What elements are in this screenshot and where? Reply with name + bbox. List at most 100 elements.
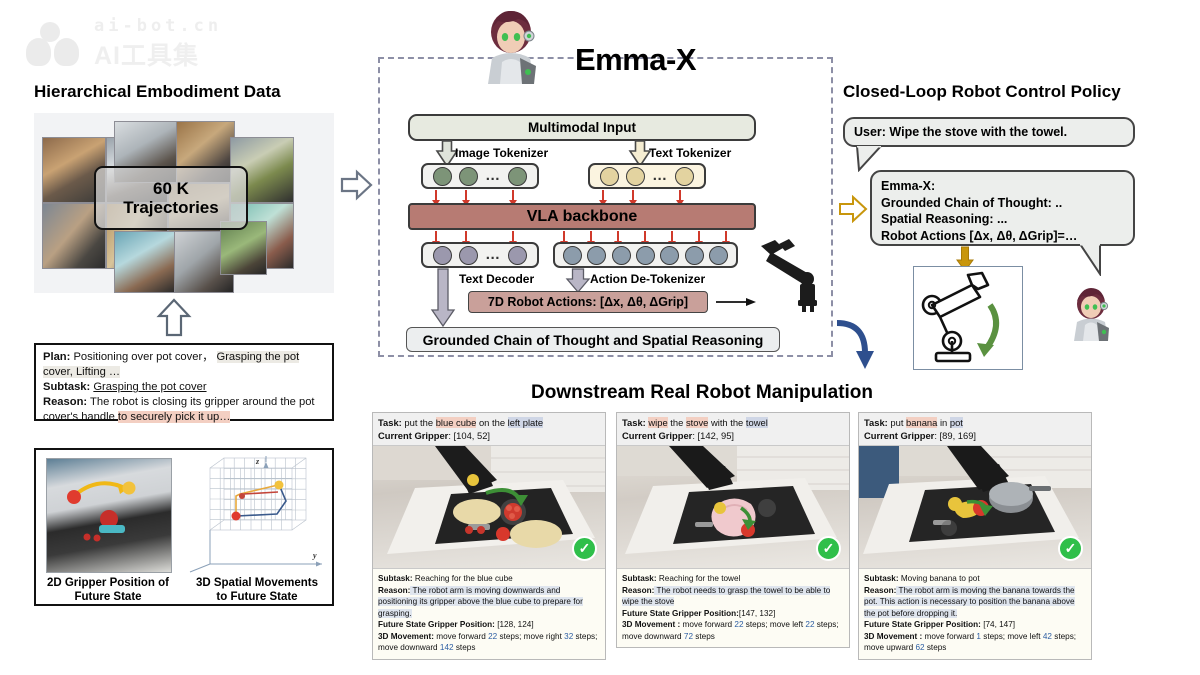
2d-gripper-image xyxy=(46,458,172,573)
move-num: 142 xyxy=(439,643,454,653)
task-label: Task: xyxy=(622,417,646,428)
downstream-panel-3: Task: put banana in pot Current Gripper:… xyxy=(858,412,1092,660)
token-flow-arrow-icon xyxy=(599,190,606,206)
task-pre: put the xyxy=(404,417,436,428)
token-flow-arrow-icon xyxy=(462,231,469,247)
plan-subtask-reason-box: Plan: Positioning over pot cover， Graspi… xyxy=(34,343,334,423)
subtask-label: Subtask: xyxy=(43,381,91,393)
svg-text:y: y xyxy=(312,551,317,560)
task-target: left plate xyxy=(507,417,544,428)
token-flow-arrow-icon xyxy=(722,231,729,247)
movement-label: 3D Movement: xyxy=(378,631,434,641)
action-token xyxy=(684,245,704,265)
future-gripper-value: [74, 147] xyxy=(980,620,1016,630)
reason-text-highlight: to securely pick it up… xyxy=(117,411,231,423)
reason-label: Reason: xyxy=(622,585,655,595)
subtask-label: Subtask: xyxy=(864,574,899,584)
move-part: steps; move right xyxy=(497,631,565,641)
future-state-figures-box: 2D Gripper Position of Future State z y … xyxy=(34,448,334,606)
task-mid: the xyxy=(667,417,686,428)
task-mid: on the xyxy=(476,417,508,428)
subtask-value: Reaching for the towel xyxy=(656,574,741,584)
current-gripper-value: : [142, 95] xyxy=(692,429,735,441)
task-label: Task: xyxy=(378,417,402,428)
action-token-row xyxy=(553,242,738,268)
grounded-cot-block: Grounded Chain of Thought and Spatial Re… xyxy=(406,327,780,352)
section-title-hierarchical-embodiment-data: Hierarchical Embodiment Data xyxy=(34,82,281,101)
right-block-arrow-icon xyxy=(340,169,373,201)
task-tool: towel xyxy=(745,417,768,428)
scene-image-1: ✓ xyxy=(373,445,605,570)
token-flow-arrow-icon xyxy=(560,231,567,247)
token-flow-arrow-icon xyxy=(587,231,594,247)
subtask-text: Grasping the pot cover xyxy=(93,381,207,393)
move-part: move forward xyxy=(682,620,735,630)
fig1-caption: 2D Gripper Position of Future State xyxy=(40,576,176,605)
emma-bubble-line-3: Spatial Reasoning: ... xyxy=(881,212,1008,226)
gold-right-arrow-icon xyxy=(839,195,868,223)
subtask-label: Subtask: xyxy=(378,574,413,584)
to-robot-arrow-icon xyxy=(716,298,756,306)
svg-text:z: z xyxy=(255,457,260,466)
ellipsis: … xyxy=(485,167,502,184)
robot-actions-block: 7D Robot Actions: [Δx, Δθ, ΔGrip] xyxy=(468,291,708,313)
move-part: move forward xyxy=(924,631,977,641)
token-flow-arrow-icon xyxy=(509,231,516,247)
image-token xyxy=(458,166,478,186)
subtask-value: Reaching for the blue cube xyxy=(412,574,513,584)
multimodal-input-block: Multimodal Input xyxy=(408,114,756,141)
future-gripper-label: Future State Gripper Position: xyxy=(378,620,495,630)
move-part: steps; move left xyxy=(743,620,806,630)
current-gripper-value: : [89, 169] xyxy=(934,429,977,441)
text-token xyxy=(625,166,645,186)
3d-spatial-plot: z y xyxy=(182,454,330,574)
current-gripper-label: Current Gripper xyxy=(864,429,935,441)
task-mid: in xyxy=(937,417,950,428)
watermark-logo xyxy=(24,22,86,66)
token-flow-arrow-icon xyxy=(629,190,636,206)
future-gripper-label: Future State Gripper Position: xyxy=(622,608,739,618)
text-decoder-label: Text Decoder xyxy=(459,272,535,286)
reason-value: The robot needs to grasp the towel to be… xyxy=(622,585,831,607)
text-token xyxy=(599,166,619,186)
fig1-caption-line1: 2D Gripper Position of xyxy=(46,577,170,589)
move-num: 22 xyxy=(734,620,744,630)
watermark-text-en: ai-bot.cn xyxy=(94,16,223,36)
move-part: steps xyxy=(693,631,715,641)
current-gripper-value: : [104, 52] xyxy=(448,429,491,441)
fig2-caption: 3D Spatial Movements to Future State xyxy=(184,576,330,605)
task-header: Task: wipe the stove with the towel Curr… xyxy=(617,413,849,446)
task-target: pot xyxy=(949,417,963,428)
action-token xyxy=(562,245,582,265)
action-token xyxy=(635,245,655,265)
text-output-token-row: … xyxy=(421,242,539,268)
ellipsis: … xyxy=(652,167,669,184)
task-target: stove xyxy=(685,417,709,428)
plan-text: Positioning over pot cover， xyxy=(73,351,214,363)
action-token xyxy=(660,245,680,265)
watermark-text-cn: AI工具集 xyxy=(94,42,200,70)
reason-label: Reason: xyxy=(43,396,88,408)
move-part: steps xyxy=(924,643,947,653)
text-output-token xyxy=(508,245,528,265)
fig2-caption-line1: 3D Spatial Movements xyxy=(195,577,319,589)
emma-bubble-line-4: Robot Actions [Δx, Δθ, ΔGrip]=… xyxy=(881,228,1078,243)
reason-label: Reason: xyxy=(864,585,897,595)
token-flow-arrow-icon xyxy=(432,190,439,206)
move-part: steps xyxy=(453,643,476,653)
token-flow-arrow-icon xyxy=(432,231,439,247)
thumbnail xyxy=(114,231,176,293)
text-decoder-arrow-icon xyxy=(430,268,456,328)
emma-avatar xyxy=(478,6,544,84)
text-token xyxy=(675,166,695,186)
scene-image-3: ✓ xyxy=(859,445,1091,570)
trajectory-collage: 60 K Trajectories xyxy=(34,113,334,293)
movement-label: 3D Movement : xyxy=(622,620,681,630)
user-bubble-tail xyxy=(855,146,883,172)
emma-bubble-line-1: Emma-X: xyxy=(881,179,936,193)
image-tokenizer-label: Image Tokenizer xyxy=(455,146,549,160)
task-object: banana xyxy=(906,417,938,428)
move-num: 22 xyxy=(488,631,498,641)
text-tokenizer-label: Text Tokenizer xyxy=(649,146,732,160)
up-block-arrow-icon xyxy=(156,298,192,337)
